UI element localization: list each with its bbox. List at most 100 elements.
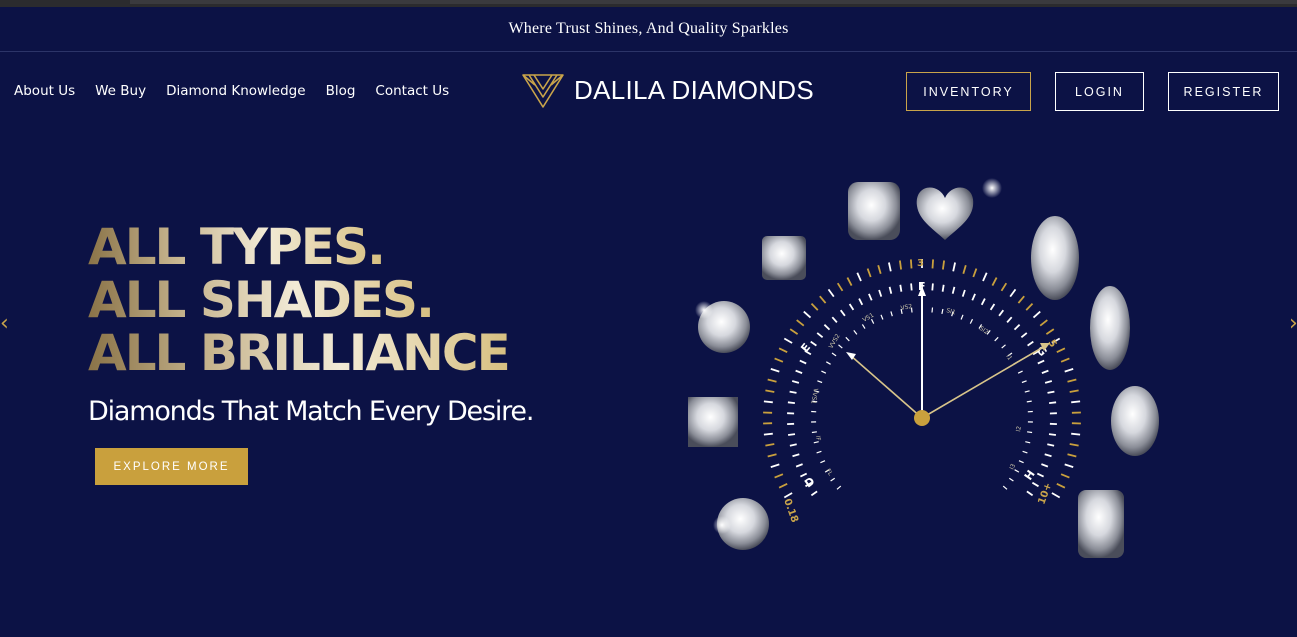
dial-tick bbox=[1026, 400, 1032, 403]
dial-clarity-vs2: VS2 bbox=[900, 303, 913, 312]
dial-tick bbox=[899, 284, 903, 292]
dial-tick bbox=[825, 361, 831, 365]
dial-tick bbox=[1047, 390, 1055, 394]
dial-tick bbox=[960, 314, 964, 320]
dial-color-grade-h: H bbox=[1022, 468, 1038, 483]
dial-tick bbox=[767, 378, 777, 383]
dial-tick bbox=[1032, 310, 1041, 319]
nav-blog[interactable]: Blog bbox=[326, 83, 356, 99]
dial-tick bbox=[1071, 432, 1081, 436]
dial-tick bbox=[796, 319, 805, 327]
dial-tick bbox=[1056, 482, 1066, 489]
dial-tick bbox=[770, 368, 780, 373]
dial-tick bbox=[888, 286, 893, 294]
slider-next-arrow-icon[interactable]: › bbox=[1289, 312, 1297, 336]
dial-tick bbox=[1025, 302, 1034, 311]
hero-headline-line-3: ALL BRILLIANCE bbox=[88, 324, 511, 382]
dial-tick bbox=[931, 307, 934, 313]
nav-diamond-knowledge[interactable]: Diamond Knowledge bbox=[166, 83, 305, 99]
dial-tick bbox=[846, 277, 853, 287]
dial-tick bbox=[868, 293, 873, 301]
diamond-oval-icon bbox=[1111, 386, 1159, 456]
site-logo[interactable]: DALILA DIAMONDS bbox=[521, 70, 826, 110]
dial-tick bbox=[795, 463, 803, 468]
dial-tick bbox=[888, 262, 892, 272]
dial-tick bbox=[866, 268, 872, 278]
dial-tick bbox=[1071, 400, 1081, 404]
dial-tick bbox=[820, 460, 826, 464]
dial-tick bbox=[991, 277, 998, 287]
dial-tick bbox=[931, 259, 934, 269]
dial-tick bbox=[810, 490, 818, 497]
diamond-emerald-icon bbox=[1078, 490, 1124, 558]
explore-more-button[interactable]: EXPLORE MORE bbox=[95, 448, 248, 485]
diamond-heart-icon bbox=[916, 187, 974, 240]
dial-tick bbox=[1036, 472, 1044, 478]
dial-tick bbox=[1060, 473, 1070, 479]
dial-tick bbox=[763, 432, 773, 436]
dial-tick bbox=[816, 450, 822, 454]
dial-tick bbox=[941, 308, 944, 315]
dial-tick bbox=[1014, 469, 1020, 473]
dial-tick bbox=[1026, 490, 1034, 497]
dial-tick bbox=[765, 389, 775, 393]
dial-tick bbox=[789, 443, 797, 447]
dial-tick bbox=[789, 390, 797, 394]
dial-tick bbox=[1021, 380, 1027, 384]
dial-tick bbox=[1045, 328, 1055, 335]
slider-prev-arrow-icon[interactable]: ‹ bbox=[0, 312, 10, 336]
announcement-bar: Where Trust Shines, And Quality Sparkles bbox=[0, 7, 1297, 52]
dial-tick bbox=[982, 272, 988, 282]
hero-subheading: Diamonds That Match Every Desire. bbox=[88, 396, 534, 427]
dial-clarity-si2: SI2 bbox=[978, 325, 990, 336]
diamond-pear-icon bbox=[1031, 216, 1079, 300]
dial-tick bbox=[1000, 282, 1008, 292]
dial-tick bbox=[838, 344, 843, 349]
dial-hand-right bbox=[921, 345, 1046, 419]
nav-about-us[interactable]: About Us bbox=[14, 83, 75, 99]
dial-tick bbox=[858, 298, 864, 306]
dial-tick bbox=[810, 340, 817, 347]
dial-tick bbox=[770, 463, 780, 468]
dial-tick bbox=[1039, 319, 1048, 327]
dial-tick bbox=[813, 441, 819, 444]
dial-tick bbox=[1064, 368, 1074, 373]
diamond-marquise-icon bbox=[1090, 286, 1130, 370]
dial-tick bbox=[778, 482, 788, 489]
dial-tick bbox=[791, 380, 800, 384]
dial-tick bbox=[1017, 295, 1025, 304]
nav-contact-us[interactable]: Contact Us bbox=[375, 83, 449, 99]
dial-tick bbox=[816, 332, 824, 338]
dial-tick bbox=[931, 283, 934, 291]
nav-we-buy[interactable]: We Buy bbox=[95, 83, 146, 99]
login-button[interactable]: LOGIN bbox=[1055, 72, 1144, 111]
dial-tick bbox=[789, 328, 799, 335]
diamond-radiant-icon bbox=[848, 182, 900, 240]
dial-tick bbox=[853, 330, 858, 335]
dial-clarity-fl: FL bbox=[824, 468, 834, 478]
dial-tick bbox=[1027, 340, 1034, 347]
dial-tick bbox=[803, 310, 812, 319]
dial-tick bbox=[817, 380, 823, 384]
diamond-gallery bbox=[688, 178, 1159, 558]
dial-tick bbox=[877, 264, 882, 275]
inventory-button[interactable]: INVENTORY bbox=[906, 72, 1031, 111]
sparkle-icon-2 bbox=[695, 301, 713, 319]
dial-tick bbox=[1008, 477, 1014, 482]
dial-tick bbox=[998, 309, 1005, 317]
dial-clarity-if: IF bbox=[814, 435, 822, 442]
browser-chrome-strip bbox=[0, 0, 1297, 7]
sparkle-icon-3 bbox=[713, 516, 731, 534]
register-button[interactable]: REGISTER bbox=[1168, 72, 1279, 111]
dial-tick bbox=[994, 336, 999, 342]
dial-tick bbox=[952, 262, 956, 272]
dial-tick bbox=[765, 443, 775, 447]
dial-tick bbox=[910, 259, 913, 269]
dial-tick bbox=[1020, 332, 1028, 338]
dial-tick bbox=[783, 337, 793, 344]
dial-tick bbox=[941, 284, 945, 292]
dial-tick bbox=[972, 268, 978, 278]
sparkle-icon bbox=[982, 178, 1002, 198]
dial-tick bbox=[767, 453, 777, 458]
dial-tick bbox=[1044, 453, 1052, 458]
